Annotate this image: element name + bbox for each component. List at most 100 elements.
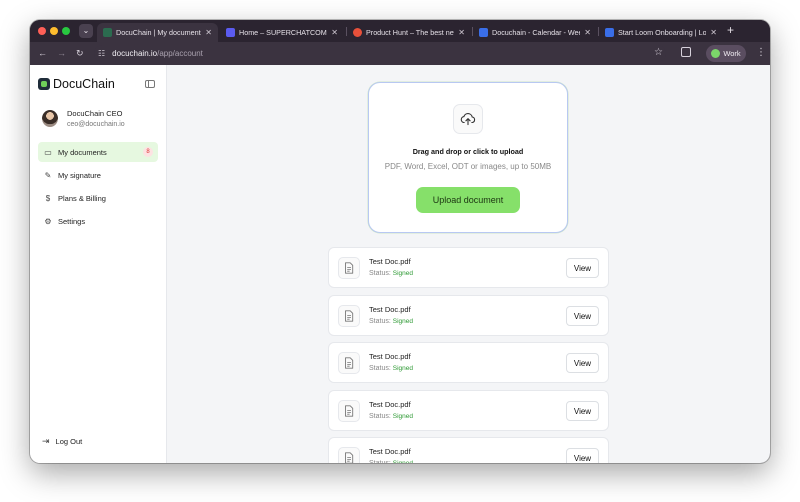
document-name: Test Doc.pdf: [369, 257, 411, 266]
view-document-button[interactable]: View: [566, 306, 599, 326]
bookmark-star-icon[interactable]: ☆: [654, 47, 663, 58]
file-icon: [338, 352, 360, 374]
view-document-button[interactable]: View: [566, 401, 599, 421]
logout-icon: ⇥: [42, 436, 50, 446]
sidebar-collapse-icon[interactable]: [145, 80, 155, 88]
status-badge: Signed: [393, 460, 413, 463]
profile-avatar-icon: [711, 49, 721, 58]
document-row: Test Doc.pdf Status: Signed View: [328, 247, 609, 288]
signature-icon: ✎: [44, 170, 52, 180]
back-arrow-icon[interactable]: ←: [38, 47, 47, 59]
file-icon: [338, 257, 360, 279]
logout-button[interactable]: ⇥ Log Out: [42, 436, 82, 447]
sidebar-item-label: My signature: [58, 170, 101, 180]
extensions-icon[interactable]: [681, 47, 691, 57]
view-document-button[interactable]: View: [566, 353, 599, 373]
status-badge: Signed: [392, 318, 413, 325]
url-path: /app/account: [157, 49, 203, 58]
loom-favicon-icon: [605, 28, 614, 37]
sidebar-item-plans-billing[interactable]: $ Plans & Billing: [38, 189, 158, 209]
minimize-window-button[interactable]: [50, 27, 58, 35]
site-settings-icon[interactable]: ☷: [98, 49, 105, 58]
avatar: [42, 110, 58, 127]
tab-superchat[interactable]: Home – SUPERCHATCOMPANY ✕: [220, 23, 344, 42]
profile-label: Work: [723, 49, 741, 58]
more-menu-icon[interactable]: ⋮: [756, 47, 766, 58]
document-row: Test Doc.pdf Status: Signed View: [328, 437, 609, 463]
superchat-favicon-icon: [226, 28, 235, 37]
file-icon: [338, 305, 360, 327]
close-tab-icon[interactable]: ✕: [710, 28, 717, 37]
document-status: Status: Signed: [369, 318, 413, 325]
document-row: Test Doc.pdf Status: Signed View: [328, 342, 609, 383]
user-name: DocuChain CEO: [67, 109, 123, 118]
gear-icon: ⚙: [44, 217, 52, 227]
user-email: ceo@docuchain.io: [67, 121, 125, 128]
tab-label: DocuChain | My documents: [116, 28, 202, 37]
tab-loom[interactable]: Start Loom Onboarding | Loom ✕: [599, 23, 723, 42]
product-hunt-favicon-icon: [353, 28, 362, 37]
document-status: Status: Signed: [369, 413, 413, 420]
sidebar-item-my-documents[interactable]: ▭ My documents 8: [38, 142, 158, 162]
sidebar-item-label: My documents: [58, 147, 107, 157]
tab-search-icon[interactable]: ⌄: [79, 24, 93, 38]
calendar-favicon-icon: [479, 28, 488, 37]
reload-icon[interactable]: ↻: [76, 47, 84, 59]
tab-docuchain-documents[interactable]: DocuChain | My documents ✕: [97, 23, 218, 42]
view-document-button[interactable]: View: [566, 448, 599, 463]
upload-subtitle: PDF, Word, Excel, ODT or images, up to 5…: [384, 162, 552, 171]
forward-arrow-icon[interactable]: →: [57, 47, 66, 59]
close-tab-icon[interactable]: ✕: [205, 28, 212, 37]
browser-window: ⌄ DocuChain | My documents ✕ Home – SUPE…: [30, 20, 770, 463]
upload-document-button[interactable]: Upload document: [416, 187, 520, 213]
document-name: Test Doc.pdf: [369, 400, 411, 409]
document-status: Status: Signed: [369, 365, 413, 372]
document-name: Test Doc.pdf: [369, 352, 411, 361]
document-name: Test Doc.pdf: [369, 447, 411, 456]
tab-product-hunt[interactable]: Product Hunt – The best new ✕: [347, 23, 471, 42]
close-tab-icon[interactable]: ✕: [331, 28, 338, 37]
tab-strip: ⌄ DocuChain | My documents ✕ Home – SUPE…: [30, 20, 770, 42]
tab-label: Home – SUPERCHATCOMPANY: [239, 28, 327, 37]
sidebar-item-label: Plans & Billing: [58, 194, 106, 204]
close-tab-icon[interactable]: ✕: [584, 28, 591, 37]
close-window-button[interactable]: [38, 27, 46, 35]
status-badge: Signed: [392, 270, 413, 277]
sidebar-item-label: Settings: [58, 217, 86, 227]
document-status: Status: Signed: [369, 460, 413, 463]
dollar-icon: $: [45, 194, 51, 204]
user-profile[interactable]: DocuChain CEO ceo@docuchain.io: [42, 108, 125, 128]
tab-calendar[interactable]: Docuchain - Calendar - Week ✕: [473, 23, 597, 42]
tab-label: Docuchain - Calendar - Week: [492, 28, 581, 37]
document-row: Test Doc.pdf Status: Signed View: [328, 295, 609, 336]
document-icon: ▭: [44, 147, 52, 157]
maximize-window-button[interactable]: [62, 27, 70, 35]
close-tab-icon[interactable]: ✕: [458, 28, 465, 37]
sidebar-item-my-signature[interactable]: ✎ My signature: [38, 165, 158, 185]
status-badge: Signed: [392, 413, 413, 420]
profile-button[interactable]: Work: [706, 45, 746, 62]
brand-name: DocuChain: [53, 77, 115, 91]
url-host: docuchain.io: [112, 49, 158, 58]
file-icon: [338, 447, 360, 463]
app-page: DocuChain DocuChain CEO ceo@docuchain.io…: [30, 65, 770, 463]
documents-count-badge: 8: [143, 147, 153, 157]
brand[interactable]: DocuChain: [38, 77, 115, 91]
new-tab-button[interactable]: +: [727, 23, 734, 37]
tab-label: Start Loom Onboarding | Loom: [618, 28, 707, 37]
view-document-button[interactable]: View: [566, 258, 599, 278]
tab-label: Product Hunt – The best new: [366, 28, 455, 37]
docuchain-logo-icon: [38, 78, 50, 90]
address-bar[interactable]: ☷ docuchain.io /app/account: [94, 45, 666, 62]
docuchain-favicon-icon: [103, 28, 112, 37]
upload-title: Drag and drop or click to upload: [412, 147, 524, 156]
cloud-upload-icon: [453, 104, 483, 134]
sidebar-item-settings[interactable]: ⚙ Settings: [38, 212, 158, 232]
sidebar: DocuChain DocuChain CEO ceo@docuchain.io…: [30, 65, 167, 463]
document-row: Test Doc.pdf Status: Signed View: [328, 390, 609, 431]
logout-label: Log Out: [55, 437, 83, 446]
upload-dropzone[interactable]: Drag and drop or click to upload PDF, Wo…: [368, 82, 568, 233]
file-icon: [338, 400, 360, 422]
document-name: Test Doc.pdf: [369, 305, 411, 314]
browser-toolbar: ← → ↻ ☷ docuchain.io /app/account ☆ Work…: [30, 42, 770, 65]
